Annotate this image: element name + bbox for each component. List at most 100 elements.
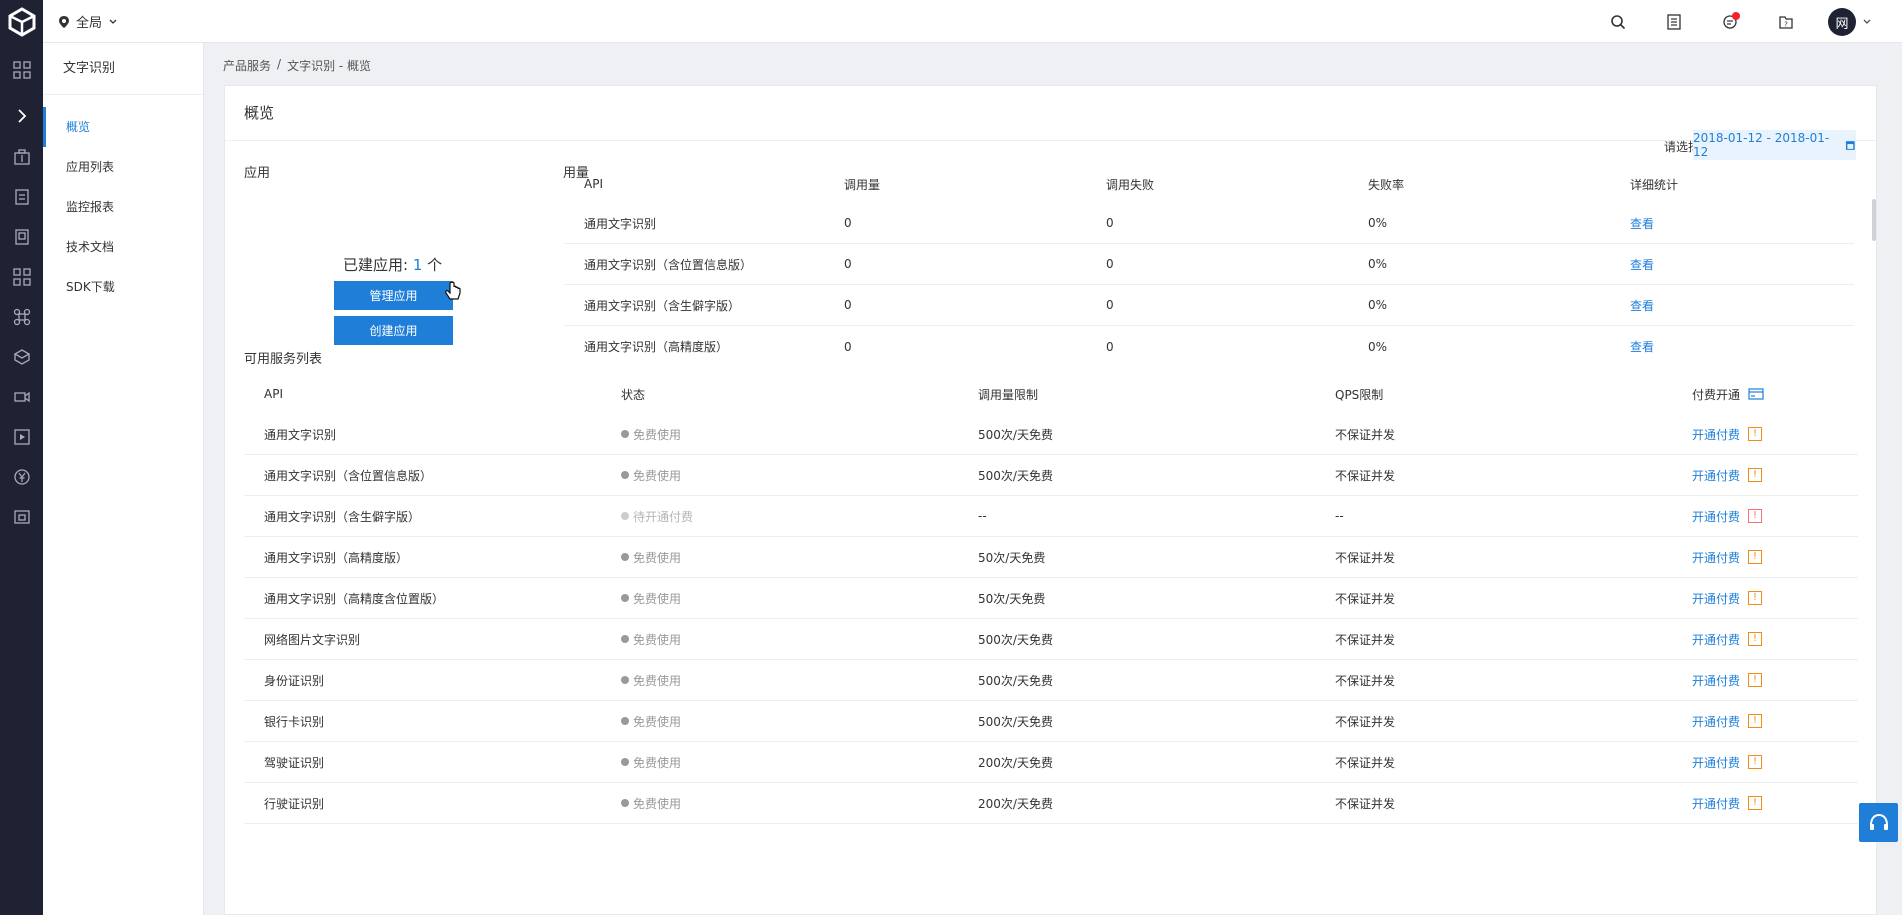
status-dot: [621, 758, 629, 766]
sidebar-item-sdk[interactable]: SDK下载: [43, 267, 203, 307]
column-header: API: [264, 387, 283, 401]
table-row: 通用文字识别 0 0 0% 查看: [564, 203, 1854, 244]
failed-count: 0: [1106, 216, 1114, 230]
enable-payment-link[interactable]: 开通付费: [1692, 426, 1740, 443]
api-name: 驾驶证识别: [264, 755, 325, 770]
table-header: API 状态 调用量限制 QPS限制 付费开通: [244, 374, 1858, 414]
sidebar-title: 文字识别: [43, 43, 203, 95]
call-limit: --: [978, 509, 987, 523]
enable-payment-link[interactable]: 开通付费: [1692, 672, 1740, 689]
column-header: 状态: [621, 387, 646, 402]
failed-count: 0: [1106, 257, 1114, 271]
date-range-value: 2018-01-12 - 2018-01-12: [1693, 131, 1830, 159]
api-name: 通用文字识别（含生僻字版）: [584, 298, 741, 313]
yen-icon[interactable]: [0, 457, 43, 497]
enable-payment-link[interactable]: 开通付费: [1692, 549, 1740, 566]
chevron-right-icon[interactable]: [0, 96, 43, 136]
info-icon[interactable]: !: [1748, 509, 1763, 523]
page-title: 概览: [225, 86, 1876, 141]
create-app-button[interactable]: 创建应用: [334, 316, 453, 345]
view-detail-link[interactable]: 查看: [1610, 297, 1854, 314]
sidebar-item-docs[interactable]: 技术文档: [43, 227, 203, 267]
view-detail-link[interactable]: 查看: [1610, 256, 1854, 273]
sidebar-item-overview[interactable]: 概览: [43, 107, 203, 147]
billing-card-icon[interactable]: [1748, 388, 1764, 400]
search-icon[interactable]: [1604, 8, 1632, 36]
call-limit: 500次/天免费: [978, 632, 1053, 647]
folder-icon[interactable]: ?: [1772, 8, 1800, 36]
table-row: 网络图片文字识别 免费使用 500次/天免费 不保证并发 开通付费!: [244, 619, 1858, 660]
message-icon[interactable]: [1716, 8, 1744, 36]
call-count: 0: [844, 257, 852, 271]
api-name: 通用文字识别（含生僻字版）: [264, 509, 421, 524]
qps-limit: 不保证并发: [1335, 673, 1396, 688]
status-label: 待开通付费: [633, 509, 694, 524]
column-header: 调用量: [844, 177, 881, 192]
status-badge: 免费使用: [621, 754, 958, 771]
view-detail-link[interactable]: 查看: [1610, 338, 1854, 355]
enable-payment-link[interactable]: 开通付费: [1692, 754, 1740, 771]
info-icon[interactable]: !: [1748, 427, 1763, 441]
status-badge: 待开通付费: [621, 508, 958, 525]
table-row: 通用文字识别（含位置信息版） 免费使用 500次/天免费 不保证并发 开通付费!: [244, 455, 1858, 496]
user-menu[interactable]: 网: [1828, 8, 1872, 36]
status-badge: 免费使用: [621, 713, 958, 730]
sidebar-item-monitoring[interactable]: 监控报表: [43, 187, 203, 227]
status-dot: [621, 553, 629, 561]
table-scrollbar[interactable]: [1872, 199, 1876, 241]
enable-payment-link[interactable]: 开通付费: [1692, 631, 1740, 648]
info-icon[interactable]: !: [1748, 796, 1763, 810]
command-icon[interactable]: [0, 297, 43, 337]
services-table: API 状态 调用量限制 QPS限制 付费开通 通用文字识别 免费使用 500次…: [244, 374, 1858, 824]
building-icon[interactable]: [0, 137, 43, 177]
manage-apps-button[interactable]: 管理应用: [334, 281, 453, 310]
table-header: API 调用量 调用失败 失败率 详细统计: [564, 165, 1854, 203]
call-count: 0: [844, 216, 852, 230]
headset-icon: [1869, 813, 1888, 830]
status-badge: 免费使用: [621, 426, 958, 443]
enable-payment-link[interactable]: 开通付费: [1692, 795, 1740, 812]
enable-payment-link[interactable]: 开通付费: [1692, 467, 1740, 484]
call-limit: 200次/天免费: [978, 755, 1053, 770]
apps-icon[interactable]: [0, 257, 43, 297]
info-icon[interactable]: !: [1748, 755, 1763, 769]
package-icon[interactable]: [0, 337, 43, 377]
info-icon[interactable]: !: [1748, 673, 1763, 687]
enable-payment-link[interactable]: 开通付费: [1692, 713, 1740, 730]
api-name: 通用文字识别（含位置信息版）: [584, 257, 753, 272]
play-icon[interactable]: [0, 417, 43, 457]
enable-payment-link[interactable]: 开通付费: [1692, 508, 1740, 525]
table-row: 通用文字识别（高精度版） 0 0 0% 查看: [564, 326, 1854, 367]
video-icon[interactable]: [0, 377, 43, 417]
customer-service-button[interactable]: [1859, 803, 1898, 842]
table-row: 通用文字识别（含生僻字版） 0 0 0% 查看: [564, 285, 1854, 326]
hand-cursor-icon: [445, 281, 461, 300]
logo-icon[interactable]: [0, 0, 43, 43]
info-icon[interactable]: !: [1748, 468, 1763, 482]
region-label: 全局: [76, 16, 103, 31]
enable-payment-link[interactable]: 开通付费: [1692, 590, 1740, 607]
table-row: 通用文字识别（高精度版） 免费使用 50次/天免费 不保证并发 开通付费!: [244, 537, 1858, 578]
grid-icon[interactable]: [0, 50, 43, 90]
info-icon[interactable]: !: [1748, 632, 1763, 646]
overview-card: 概览 应用 用量 已建应用: 1 个 管理应用 创建应用 请选择时间段 2018…: [224, 85, 1877, 915]
call-count: 0: [844, 339, 852, 354]
call-limit: 500次/天免费: [978, 468, 1053, 483]
id-card-icon[interactable]: [0, 497, 43, 537]
list-icon[interactable]: [1660, 8, 1688, 36]
status-label: 免费使用: [633, 714, 682, 729]
info-icon[interactable]: !: [1748, 550, 1763, 564]
document-icon[interactable]: [0, 177, 43, 217]
info-icon[interactable]: !: [1748, 714, 1763, 728]
sidebar-item-app-list[interactable]: 应用列表: [43, 147, 203, 187]
status-label: 免费使用: [633, 427, 682, 442]
breadcrumb-root[interactable]: 产品服务: [223, 57, 271, 74]
view-detail-link[interactable]: 查看: [1610, 215, 1854, 232]
region-selector[interactable]: 全局: [58, 12, 118, 31]
payment-column-header: 付费开通: [1672, 386, 1858, 403]
book-icon[interactable]: [0, 217, 43, 257]
apps-section-label: 应用: [244, 166, 271, 181]
call-limit: 500次/天免费: [978, 673, 1053, 688]
date-range-picker[interactable]: 2018-01-12 - 2018-01-12: [1693, 130, 1856, 160]
info-icon[interactable]: !: [1748, 591, 1763, 605]
